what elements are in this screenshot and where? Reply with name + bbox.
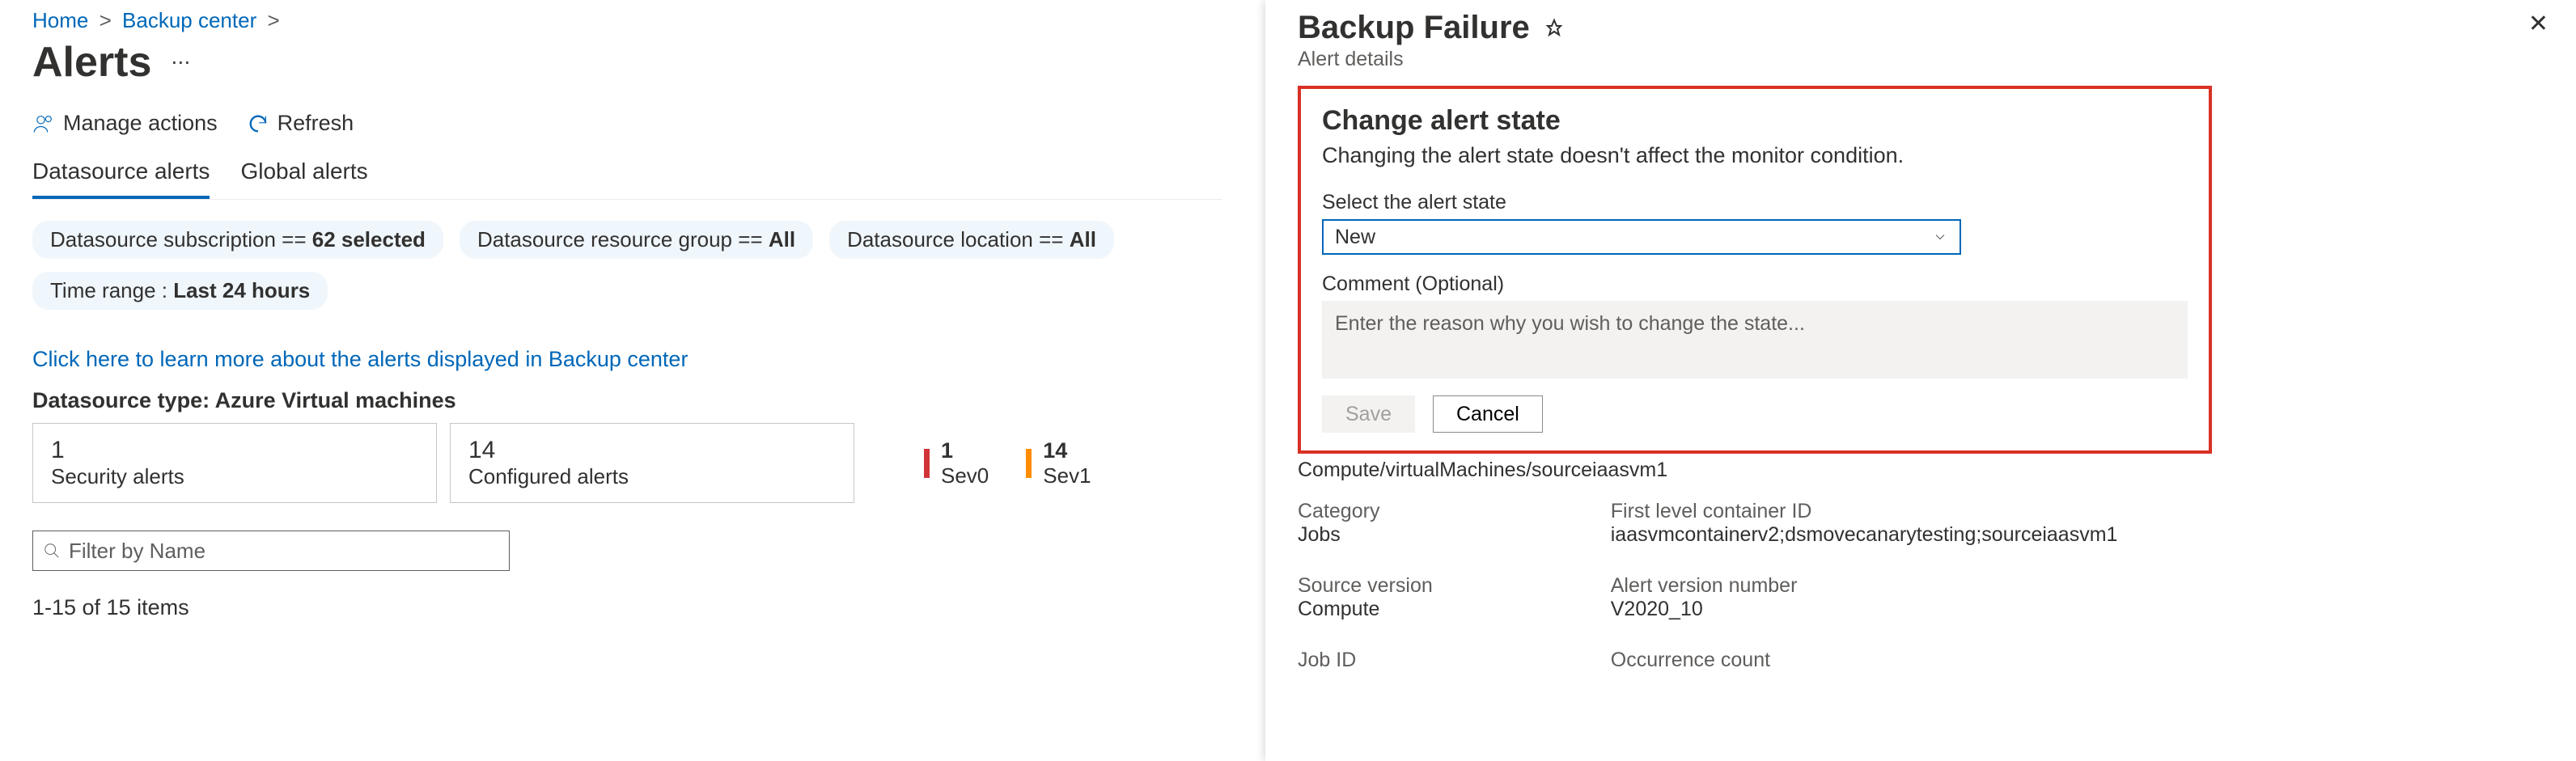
breadcrumb-sep: >: [100, 8, 112, 32]
filter-loc-prefix: Datasource location ==: [847, 227, 1070, 252]
search-icon: [43, 542, 61, 560]
filter-placeholder: Filter by Name: [69, 539, 205, 564]
sev1-label: Sev1: [1043, 463, 1091, 488]
filter-time-range[interactable]: Time range : Last 24 hours: [32, 272, 328, 310]
change-alert-state-section: Change alert state Changing the alert st…: [1298, 86, 2212, 454]
select-state-label: Select the alert state: [1322, 191, 2188, 214]
severity-summary: 1 Sev0 14 Sev1: [924, 423, 1091, 503]
datasource-type-heading: Datasource type: Azure Virtual machines: [32, 388, 1222, 413]
refresh-label: Refresh: [278, 111, 354, 136]
detail-alert-version-label: Alert version number: [1611, 574, 2118, 598]
detail-col-left: Category Jobs Source version Compute Job…: [1298, 500, 1433, 672]
cancel-button[interactable]: Cancel: [1433, 395, 1543, 433]
detail-container-id-label: First level container ID: [1611, 500, 2118, 523]
detail-col-right: First level container ID iaasvmcontainer…: [1611, 500, 2118, 672]
detail-occurrence-count: Occurrence count: [1611, 649, 2118, 672]
filter-pills-row2: Time range : Last 24 hours: [32, 272, 1222, 310]
configured-alerts-count: 14: [468, 437, 836, 464]
panel-subtitle: Alert details: [1298, 48, 1564, 71]
filter-rg-value: All: [769, 227, 795, 252]
breadcrumb-sep: >: [267, 8, 279, 32]
refresh-icon: [247, 112, 269, 135]
security-alerts-label: Security alerts: [51, 464, 418, 489]
detail-alert-version-value: V2020_10: [1611, 598, 2118, 621]
panel-title: Backup Failure: [1298, 10, 1530, 46]
filter-resource-group[interactable]: Datasource resource group == All: [460, 221, 813, 259]
configured-alerts-label: Configured alerts: [468, 464, 836, 489]
manage-actions-button[interactable]: Manage actions: [32, 111, 218, 136]
chevron-down-icon: [1932, 229, 1948, 245]
sev1-color-bar: [1026, 449, 1032, 478]
detail-source-version-value: Compute: [1298, 598, 1433, 621]
breadcrumb-backup-center[interactable]: Backup center: [122, 8, 256, 32]
comment-textarea[interactable]: [1322, 301, 2188, 378]
detail-job-id-label: Job ID: [1298, 649, 1433, 672]
sev0-count: 1: [941, 438, 989, 463]
detail-alert-version: Alert version number V2020_10: [1611, 574, 2118, 621]
security-alerts-count: 1: [51, 437, 418, 464]
filter-subscription-value: 62 selected: [312, 227, 426, 252]
comment-label: Comment (Optional): [1322, 273, 2188, 296]
sev0-color-bar: [924, 449, 930, 478]
detail-source-version-label: Source version: [1298, 574, 1433, 598]
breadcrumb-home[interactable]: Home: [32, 8, 88, 32]
sev0-item[interactable]: 1 Sev0: [924, 438, 989, 488]
detail-occurrence-count-label: Occurrence count: [1611, 649, 2118, 672]
filter-pills-row1: Datasource subscription == 62 selected D…: [32, 221, 1222, 259]
sev1-count: 14: [1043, 438, 1091, 463]
tab-global-alerts[interactable]: Global alerts: [240, 159, 367, 199]
pin-icon[interactable]: [1544, 10, 1564, 46]
alert-scope-tabs: Datasource alerts Global alerts: [32, 159, 1222, 200]
sev0-label: Sev0: [941, 463, 989, 488]
more-menu-icon[interactable]: ⋯: [171, 51, 190, 74]
filter-by-name-input[interactable]: Filter by Name: [32, 531, 510, 571]
sev1-item[interactable]: 14 Sev1: [1026, 438, 1091, 488]
command-bar: Manage actions Refresh: [32, 111, 1222, 136]
alerts-page: Home > Backup center > Alerts ⋯ Manage a…: [0, 0, 1254, 761]
detail-container-id-value: iaasvmcontainerv2;dsmovecanarytesting;so…: [1611, 523, 2118, 547]
detail-container-id: First level container ID iaasvmcontainer…: [1611, 500, 2118, 547]
detail-category: Category Jobs: [1298, 500, 1433, 547]
close-icon[interactable]: ✕: [2528, 10, 2548, 38]
tab-datasource-alerts[interactable]: Datasource alerts: [32, 159, 210, 199]
manage-actions-label: Manage actions: [63, 111, 218, 136]
filter-time-value: Last 24 hours: [173, 278, 310, 302]
breadcrumb: Home > Backup center >: [32, 8, 1222, 33]
source-path-truncated: Compute/virtualMachines/sourceiaasvm1: [1298, 459, 2548, 482]
filter-rg-prefix: Datasource resource group ==: [477, 227, 769, 252]
security-alerts-card[interactable]: 1 Security alerts: [32, 423, 437, 503]
items-count: 1-15 of 15 items: [32, 595, 1222, 620]
change-state-heading: Change alert state: [1322, 105, 2188, 137]
detail-category-label: Category: [1298, 500, 1433, 523]
detail-category-value: Jobs: [1298, 523, 1433, 547]
filter-subscription[interactable]: Datasource subscription == 62 selected: [32, 221, 443, 259]
alert-details-panel: Backup Failure Alert details ✕ Change al…: [1265, 0, 2576, 761]
filter-loc-value: All: [1070, 227, 1096, 252]
change-state-helper: Changing the alert state doesn't affect …: [1322, 143, 2188, 168]
refresh-button[interactable]: Refresh: [247, 111, 354, 136]
filter-location[interactable]: Datasource location == All: [829, 221, 1114, 259]
people-icon: [32, 112, 55, 135]
summary-cards: 1 Security alerts 14 Configured alerts 1…: [32, 423, 1222, 503]
page-title: Alerts: [32, 38, 151, 87]
filter-time-prefix: Time range :: [50, 278, 173, 302]
configured-alerts-card[interactable]: 14 Configured alerts: [450, 423, 854, 503]
detail-source-version: Source version Compute: [1298, 574, 1433, 621]
detail-job-id: Job ID: [1298, 649, 1433, 672]
alert-state-select[interactable]: New: [1322, 219, 1961, 255]
alert-detail-columns: Category Jobs Source version Compute Job…: [1298, 500, 2548, 672]
learn-more-link[interactable]: Click here to learn more about the alert…: [32, 347, 688, 372]
save-button[interactable]: Save: [1322, 395, 1415, 433]
filter-subscription-prefix: Datasource subscription ==: [50, 227, 312, 252]
alert-state-value: New: [1335, 226, 1375, 249]
